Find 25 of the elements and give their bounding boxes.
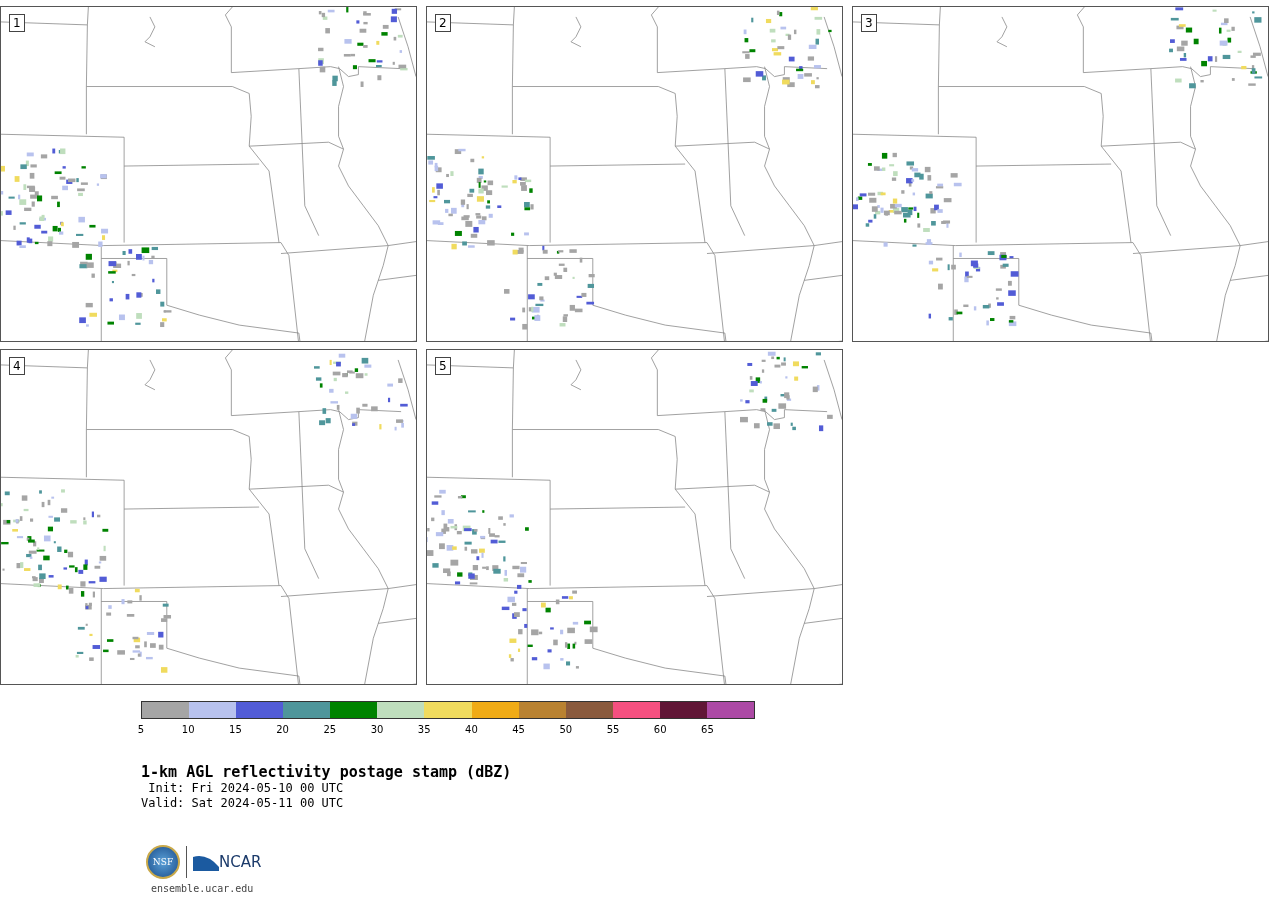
init-time: Init: Fri 2024-05-10 00 UTC: [147, 781, 345, 796]
panel-number: 3: [861, 14, 877, 32]
tick-label: 50: [559, 724, 573, 735]
tick-label: 15: [229, 724, 242, 735]
tick-label: 30: [370, 724, 384, 735]
tick-label: 55: [606, 724, 620, 735]
nsf-logo: NSF: [146, 845, 180, 879]
panel-number: 2: [435, 14, 451, 32]
tick-label: 10: [181, 724, 195, 735]
panel-number: 5: [435, 357, 451, 375]
chart-title: 1-km AGL reflectivity postage stamp (dBZ): [141, 763, 513, 781]
panel-number: 4: [9, 357, 25, 375]
website-url: ensemble.ucar.edu: [151, 883, 255, 894]
tick-label: 20: [276, 724, 289, 735]
swoosh-icon: [193, 853, 219, 871]
tick-label: 5: [137, 724, 145, 735]
tick-label: 25: [323, 724, 337, 735]
tick-label: 45: [512, 724, 525, 735]
tick-label: 40: [465, 724, 478, 735]
ncar-logo: NCAR: [219, 853, 262, 871]
valid-time: Valid: Sat 2024-05-11 00 UTC: [141, 796, 345, 811]
tick-label: 60: [653, 724, 667, 735]
tick-label: 65: [701, 724, 714, 735]
panel-number: 1: [9, 14, 25, 32]
tick-label: 35: [417, 724, 431, 735]
